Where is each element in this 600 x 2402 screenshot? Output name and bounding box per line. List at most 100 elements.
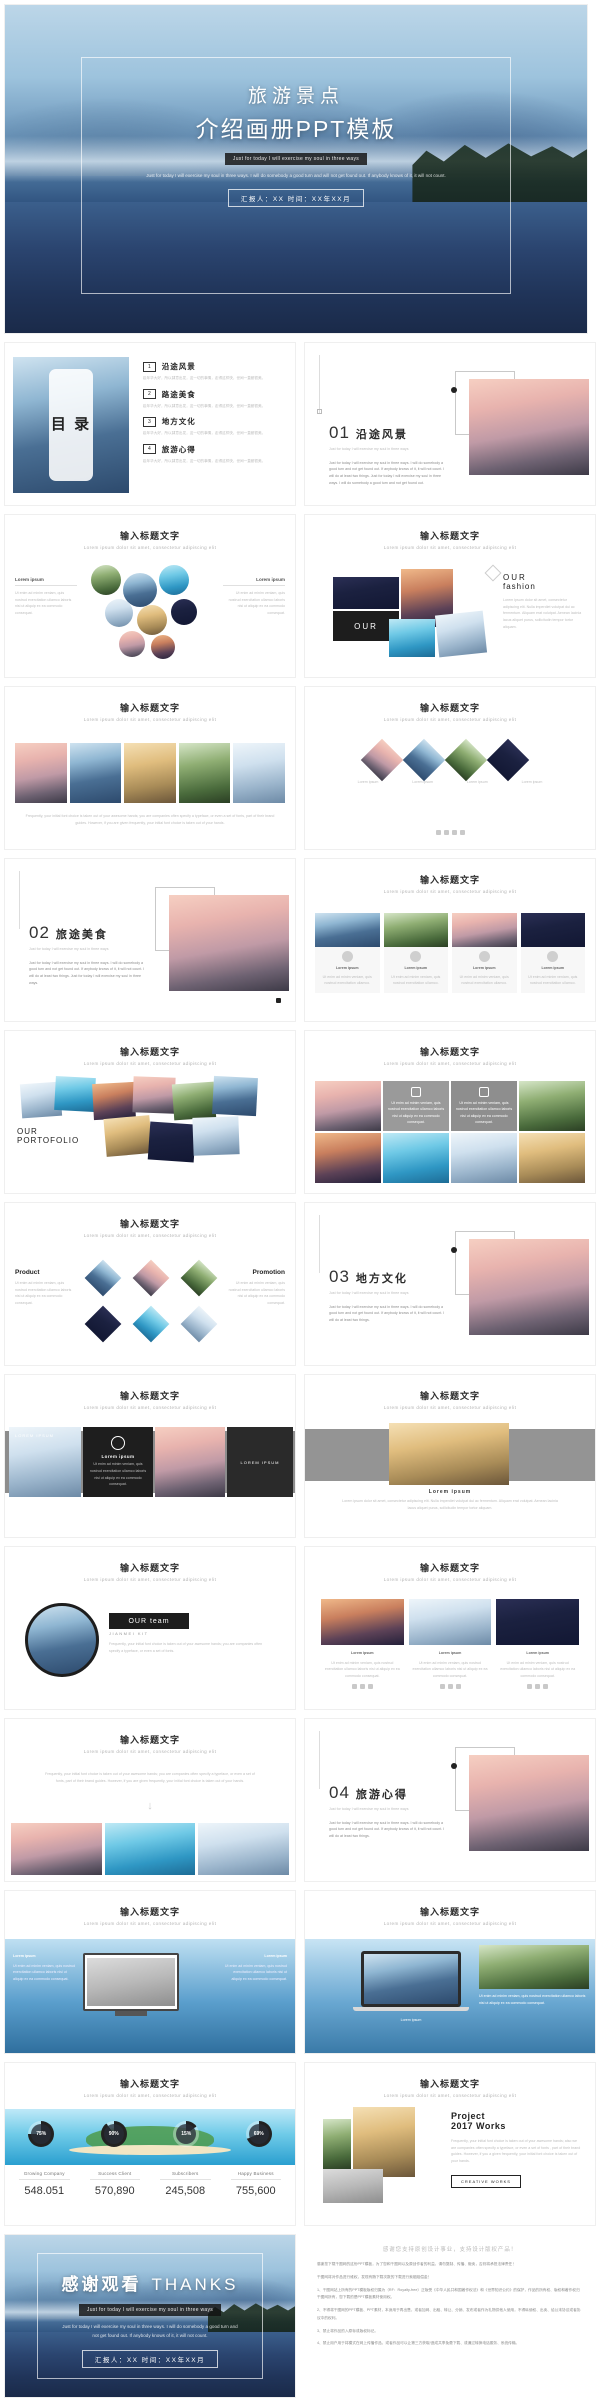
- slide-thanks[interactable]: 感谢观看 THANKS Just for today I will exerci…: [4, 2234, 296, 2398]
- slide-dark-band-left[interactable]: 输入标题文字 Lorem ipsum dolor sit amet, conse…: [4, 1374, 296, 1538]
- slide-social-cards[interactable]: 输入标题文字 Lorem ipsum dolor sit amet, conse…: [304, 1546, 596, 1710]
- twitter-icon[interactable]: [535, 1683, 541, 1689]
- slide-our-team[interactable]: 输入标题文字 Lorem ipsum dolor sit amet, conse…: [4, 1546, 296, 1710]
- project-photo[interactable]: [323, 2119, 351, 2169]
- circle-photo[interactable]: [119, 631, 145, 657]
- slide-diamond-grid[interactable]: 输入标题文字 Lorem ipsum dolor sit amet, conse…: [304, 686, 596, 850]
- band-photo[interactable]: [155, 1427, 225, 1497]
- twitter-icon[interactable]: [443, 830, 449, 835]
- portfolio-photo[interactable]: [92, 1081, 136, 1121]
- social-card[interactable]: Lorem ipsum Ut enim ad minim veniam, qui…: [321, 1599, 404, 1689]
- slide-section-01[interactable]: 01 沿途风景 Just for today I will exercise m…: [304, 342, 596, 506]
- fashion-photo[interactable]: [333, 577, 399, 609]
- diamond-photo[interactable]: [360, 738, 404, 782]
- facebook-icon[interactable]: [351, 1683, 357, 1689]
- mosaic-cell[interactable]: [451, 1133, 517, 1183]
- slide-table-of-contents[interactable]: 目 录 1 沿途风景 趁年华大好，所以肆意出发，这一切的事情，走得这样快，世间一…: [4, 342, 296, 506]
- mosaic-cell[interactable]: [315, 1133, 381, 1183]
- strip-photo[interactable]: [15, 743, 67, 803]
- circle-photo[interactable]: [159, 565, 189, 595]
- social-row[interactable]: [321, 1683, 404, 1689]
- monitor-mockup[interactable]: [83, 1953, 179, 2011]
- facebook-icon[interactable]: [527, 1683, 533, 1689]
- team-circle-photo[interactable]: [25, 1603, 99, 1677]
- fashion-photo[interactable]: [389, 619, 435, 657]
- portfolio-photo[interactable]: [192, 1116, 240, 1156]
- strip-photo[interactable]: [69, 743, 122, 803]
- flow-photo[interactable]: [11, 1823, 102, 1875]
- facebook-icon[interactable]: [439, 1683, 445, 1689]
- slide-circle-cluster[interactable]: 输入标题文字 Lorem ipsum dolor sit amet, conse…: [4, 514, 296, 678]
- slide-section-04[interactable]: 04 旅游心得 Just for today I will exercise m…: [304, 1718, 596, 1882]
- social-card[interactable]: Lorem ipsum Ut enim ad minim veniam, qui…: [408, 1599, 492, 1689]
- laptop-mockup[interactable]: [361, 1951, 461, 2007]
- flow-photo[interactable]: [104, 1823, 196, 1875]
- mosaic-cell[interactable]: [519, 1133, 585, 1183]
- strip-photo[interactable]: [233, 743, 285, 803]
- slide-section-03[interactable]: 03 地方文化 Just for today I will exercise m…: [304, 1202, 596, 1366]
- diamond-photo[interactable]: [132, 1305, 170, 1343]
- portfolio-photo[interactable]: [103, 1115, 153, 1157]
- linkedin-icon[interactable]: [459, 830, 465, 835]
- slide-arrow-flow[interactable]: 输入标题文字 Lorem ipsum dolor sit amet, conse…: [4, 1718, 296, 1882]
- diamond-photo[interactable]: [180, 1305, 218, 1343]
- slide-dark-band-right[interactable]: 输入标题文字 Lorem ipsum dolor sit amet, conse…: [304, 1374, 596, 1538]
- diamond-photo[interactable]: [84, 1305, 122, 1343]
- fashion-photo[interactable]: [434, 610, 488, 658]
- instagram-icon[interactable]: [455, 1683, 461, 1689]
- toc-item-4[interactable]: 4 旅游心得: [143, 444, 285, 455]
- mosaic-cell-text[interactable]: Ut enim ad minim veniam, quis nostrud ex…: [451, 1081, 517, 1131]
- slide-laptop-mockup[interactable]: 输入标题文字 Lorem ipsum dolor sit amet, conse…: [304, 1890, 596, 2054]
- diamond-photo[interactable]: [486, 738, 530, 782]
- portfolio-photo[interactable]: [132, 1076, 176, 1114]
- diamond-photo[interactable]: [132, 1259, 170, 1297]
- strip-photo[interactable]: [124, 743, 176, 803]
- card-item[interactable]: Lorem ipsum Ut enim ad minim veniam, qui…: [452, 913, 517, 993]
- card-item[interactable]: Lorem ipsum Ut enim ad minim veniam, qui…: [520, 913, 585, 993]
- creative-works-button[interactable]: CREATIVE WORKS: [451, 2174, 521, 2188]
- card-item[interactable]: Lorem ipsum Ut enim ad minim veniam, qui…: [315, 913, 380, 993]
- strip-photo[interactable]: [178, 743, 231, 803]
- slide-product-promotion[interactable]: 输入标题文字 Lorem ipsum dolor sit amet, conse…: [4, 1202, 296, 1366]
- slide-our-portfolio[interactable]: 输入标题文字 Lorem ipsum dolor sit amet, conse…: [4, 1030, 296, 1194]
- portfolio-photo[interactable]: [171, 1081, 217, 1121]
- portfolio-photo[interactable]: [147, 1121, 197, 1163]
- slide-title[interactable]: 旅游景点 介绍画册PPT模板 Just for today I will exe…: [4, 4, 588, 334]
- mockup-side-photo[interactable]: [479, 1945, 589, 1989]
- social-card[interactable]: Lorem ipsum Ut enim ad minim veniam, qui…: [496, 1599, 580, 1689]
- twitter-icon[interactable]: [359, 1683, 365, 1689]
- toc-item-3[interactable]: 3 地方文化: [143, 416, 285, 427]
- slide-section-02[interactable]: 02 旅途美食 Just for today I will exercise m…: [4, 858, 296, 1022]
- band-photo[interactable]: [389, 1423, 509, 1485]
- diamond-photo[interactable]: [84, 1259, 122, 1297]
- flow-photo[interactable]: [198, 1823, 290, 1875]
- mosaic-cell[interactable]: [519, 1081, 585, 1131]
- band-dark-card[interactable]: Lorem ipsum Ut enim ad minim veniam, qui…: [83, 1427, 153, 1497]
- social-row[interactable]: [496, 1683, 579, 1689]
- portfolio-photo[interactable]: [212, 1075, 258, 1117]
- mosaic-cell[interactable]: [383, 1133, 449, 1183]
- diamond-photo[interactable]: [444, 738, 488, 782]
- facebook-icon[interactable]: [435, 830, 441, 835]
- circle-photo[interactable]: [171, 599, 197, 625]
- instagram-icon[interactable]: [543, 1683, 549, 1689]
- circle-photo[interactable]: [91, 565, 121, 595]
- mosaic-cell[interactable]: [315, 1081, 381, 1131]
- diamond-photo[interactable]: [180, 1259, 218, 1297]
- circle-photo[interactable]: [137, 605, 167, 635]
- twitter-icon[interactable]: [447, 1683, 453, 1689]
- project-photo[interactable]: [323, 2169, 383, 2203]
- toc-item-2[interactable]: 2 路途美食: [143, 389, 285, 400]
- project-photo[interactable]: [353, 2107, 415, 2177]
- social-row[interactable]: [305, 830, 595, 835]
- circle-photo[interactable]: [151, 635, 175, 659]
- slide-monitor-mockup[interactable]: 输入标题文字 Lorem ipsum dolor sit amet, conse…: [4, 1890, 296, 2054]
- slide-our-fashion[interactable]: 输入标题文字 Lorem ipsum dolor sit amet, conse…: [304, 514, 596, 678]
- slide-photo-strip[interactable]: 输入标题文字 Lorem ipsum dolor sit amet, conse…: [4, 686, 296, 850]
- instagram-icon[interactable]: [367, 1683, 373, 1689]
- card-item[interactable]: Lorem ipsum Ut enim ad minim veniam, qui…: [383, 913, 448, 993]
- social-row[interactable]: [409, 1683, 492, 1689]
- slide-project-works[interactable]: 输入标题文字 Lorem ipsum dolor sit amet, conse…: [304, 2062, 596, 2226]
- slide-four-cards[interactable]: 输入标题文字 Lorem ipsum dolor sit amet, conse…: [304, 858, 596, 1022]
- diamond-photo[interactable]: [402, 738, 446, 782]
